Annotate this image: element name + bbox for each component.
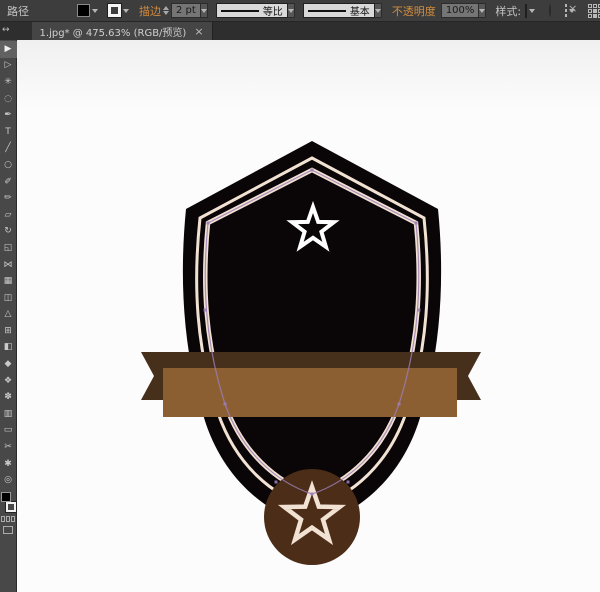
- style-label: 样式:: [495, 3, 521, 19]
- zoom-tool[interactable]: ◎: [0, 472, 17, 489]
- paintbrush-tool[interactable]: ✐: [0, 174, 17, 191]
- type-tool[interactable]: T: [0, 124, 17, 141]
- document-tab-title: 1.jpg* @ 475.63% (RGB/预览): [40, 24, 187, 39]
- stroke-panel-link[interactable]: 描边: [139, 3, 161, 19]
- pencil-tool[interactable]: ✏: [0, 190, 17, 207]
- gradient-tool[interactable]: ◧: [0, 340, 17, 357]
- hand-tool[interactable]: ✱: [0, 456, 17, 473]
- tool-list: ▶▷✳◌✒T╱○✐✏▱↻◱⋈▦◫△⊞◧◆❖✽▥▭✂✱◎: [0, 41, 17, 489]
- pen-tool[interactable]: ✒: [0, 107, 17, 124]
- draw-normal-icon[interactable]: [1, 516, 5, 522]
- stroke-proxy-swatch[interactable]: [6, 502, 16, 512]
- fill-dropdown-icon[interactable]: [92, 9, 98, 13]
- fill-stroke-indicator[interactable]: [1, 492, 16, 512]
- document-tab-bar: ↔ 1.jpg* @ 475.63% (RGB/预览) ×: [0, 22, 600, 40]
- direct-selection-tool[interactable]: ▷: [0, 58, 17, 75]
- column-graph-tool[interactable]: ▥: [0, 406, 17, 423]
- fill-swatch[interactable]: [77, 4, 90, 17]
- perspective-grid-tool[interactable]: △: [0, 307, 17, 324]
- screen-mode-icon[interactable]: [3, 526, 13, 534]
- workspace-switcher-icon[interactable]: [588, 4, 600, 18]
- eraser-tool[interactable]: ▱: [0, 207, 17, 224]
- draw-behind-icon[interactable]: [6, 516, 10, 522]
- blend-tool[interactable]: ❖: [0, 373, 17, 390]
- line-segment-tool[interactable]: ╱: [0, 141, 17, 158]
- mesh-tool[interactable]: ⊞: [0, 323, 17, 340]
- lasso-tool[interactable]: ◌: [0, 91, 17, 108]
- width-profile-preview: [221, 10, 259, 12]
- stroke-dropdown-icon[interactable]: [123, 9, 129, 13]
- eyedropper-tool[interactable]: ◆: [0, 356, 17, 373]
- artboard-tool[interactable]: ▭: [0, 423, 17, 440]
- document-tab[interactable]: 1.jpg* @ 475.63% (RGB/预览) ×: [32, 22, 213, 40]
- width-profile-dropdown[interactable]: 等比: [216, 3, 288, 18]
- control-bar: 路径 描边 2 pt 等比 基本 不透明度 100% 样式:: [0, 0, 600, 22]
- stepper-down-icon[interactable]: [163, 11, 169, 15]
- draw-inside-icon[interactable]: [11, 516, 15, 522]
- ellipse-tool[interactable]: ○: [0, 157, 17, 174]
- stroke-weight-field[interactable]: 2 pt: [171, 3, 201, 18]
- tab-close-icon[interactable]: ×: [194, 25, 203, 38]
- slice-tool[interactable]: ✂: [0, 439, 17, 456]
- rotate-tool[interactable]: ↻: [0, 224, 17, 241]
- stepper-up-icon[interactable]: [163, 6, 169, 10]
- width-profile-label: 等比: [263, 3, 283, 18]
- stroke-weight-stepper[interactable]: [163, 6, 169, 15]
- recolor-artwork-icon[interactable]: [549, 4, 551, 17]
- canvas-area[interactable]: [17, 40, 600, 592]
- opacity-panel-link[interactable]: 不透明度: [392, 3, 436, 19]
- opacity-field[interactable]: 100%: [441, 3, 480, 18]
- selection-tool[interactable]: ▶: [0, 41, 17, 58]
- brush-definition-dropdown[interactable]: 基本: [303, 3, 375, 18]
- ribbon-front[interactable]: [163, 368, 457, 417]
- stroke-swatch[interactable]: [108, 4, 121, 17]
- brush-preview: [308, 10, 346, 12]
- fill-proxy-swatch[interactable]: [1, 492, 11, 502]
- align-options-icon[interactable]: [565, 4, 567, 17]
- width-profile-arrow[interactable]: [288, 3, 295, 18]
- fill-color-control[interactable]: [77, 4, 98, 17]
- badge-artwork[interactable]: [17, 40, 600, 592]
- magic-wand-tool[interactable]: ✳: [0, 74, 17, 91]
- scale-tool[interactable]: ◱: [0, 240, 17, 257]
- tools-panel: ▶▷✳◌✒T╱○✐✏▱↻◱⋈▦◫△⊞◧◆❖✽▥▭✂✱◎: [0, 40, 17, 592]
- panel-collapse-icon[interactable]: ↔: [0, 22, 14, 40]
- stroke-weight-dropdown[interactable]: [201, 3, 208, 18]
- width-tool[interactable]: ⋈: [0, 257, 17, 274]
- stroke-color-control[interactable]: [108, 4, 129, 17]
- style-dropdown-icon[interactable]: [529, 9, 535, 13]
- brush-label: 基本: [350, 3, 370, 18]
- free-transform-tool[interactable]: ▦: [0, 273, 17, 290]
- drawing-modes[interactable]: [1, 516, 15, 522]
- opacity-dropdown[interactable]: [479, 3, 486, 18]
- context-label: 路径: [7, 3, 29, 19]
- shape-builder-tool[interactable]: ◫: [0, 290, 17, 307]
- brush-arrow[interactable]: [375, 3, 382, 18]
- style-swatch[interactable]: [525, 4, 527, 18]
- symbol-sprayer-tool[interactable]: ✽: [0, 389, 17, 406]
